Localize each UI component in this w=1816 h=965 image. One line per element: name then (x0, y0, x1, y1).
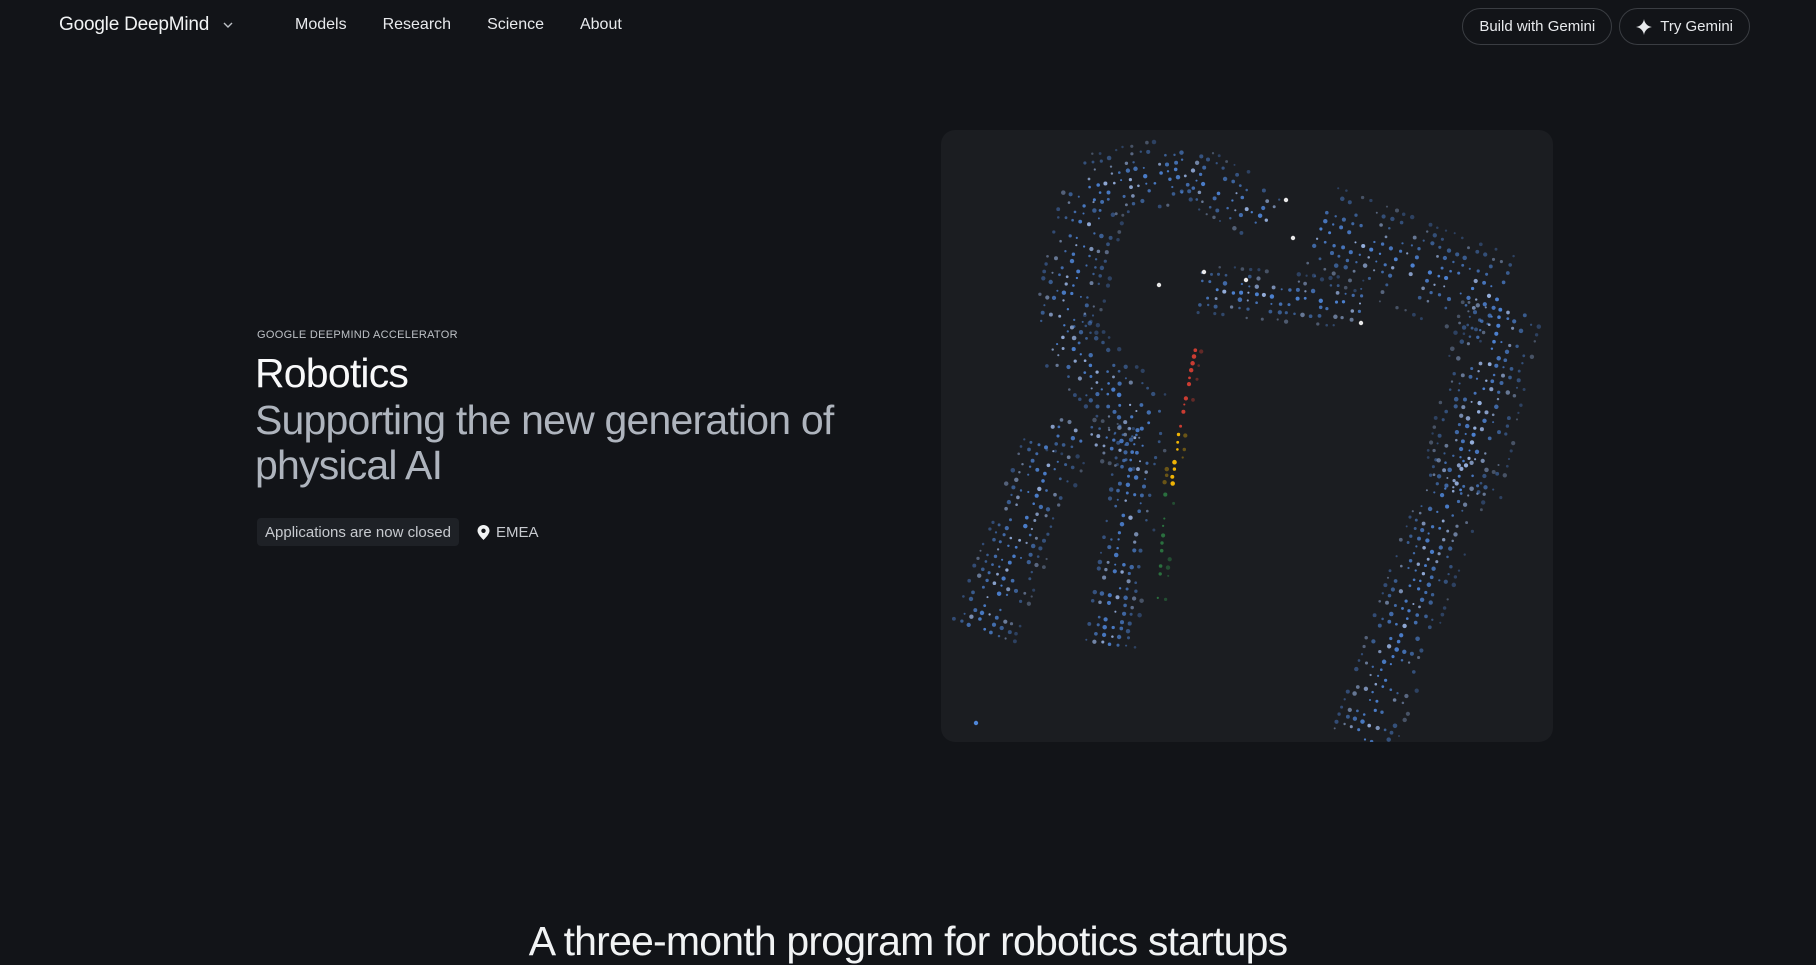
nav-link-models[interactable]: Models (295, 16, 347, 34)
try-gemini-button[interactable]: Try Gemini (1619, 8, 1750, 45)
try-gemini-label: Try Gemini (1660, 18, 1733, 35)
nav-link-research[interactable]: Research (383, 16, 451, 34)
dotted-robot-arm-illustration (951, 139, 1542, 742)
build-with-gemini-button[interactable]: Build with Gemini (1462, 8, 1613, 45)
eyebrow-label: GOOGLE DEEPMIND ACCELERATOR (257, 329, 458, 341)
page-title: Robotics (255, 350, 409, 396)
brand-menu[interactable]: Google DeepMind (59, 14, 235, 36)
status-badge: Applications are now closed (257, 518, 459, 546)
page-subtitle: Supporting the new generation of physica… (255, 397, 834, 488)
location-label: EMEA (495, 523, 539, 541)
chevron-down-icon (223, 22, 233, 28)
nav-link-science[interactable]: Science (487, 16, 544, 34)
hero-illustration (941, 130, 1553, 742)
build-with-gemini-label: Build with Gemini (1479, 18, 1596, 35)
sparkle-icon (1636, 18, 1653, 35)
top-nav: Google DeepMind Models Research Science … (0, 0, 1816, 52)
location-tag: EMEA (477, 523, 539, 541)
brand-logo: Google DeepMind (59, 14, 210, 35)
nav-link-about[interactable]: About (580, 16, 622, 34)
section-title: A three-month program for robotics start… (528, 918, 1288, 964)
primary-nav: Models Research Science About (295, 16, 622, 34)
nav-actions: Build with Gemini Try Gemini (1462, 8, 1750, 45)
hero-meta: Applications are now closed EMEA (257, 518, 538, 546)
location-pin-icon (477, 524, 490, 540)
